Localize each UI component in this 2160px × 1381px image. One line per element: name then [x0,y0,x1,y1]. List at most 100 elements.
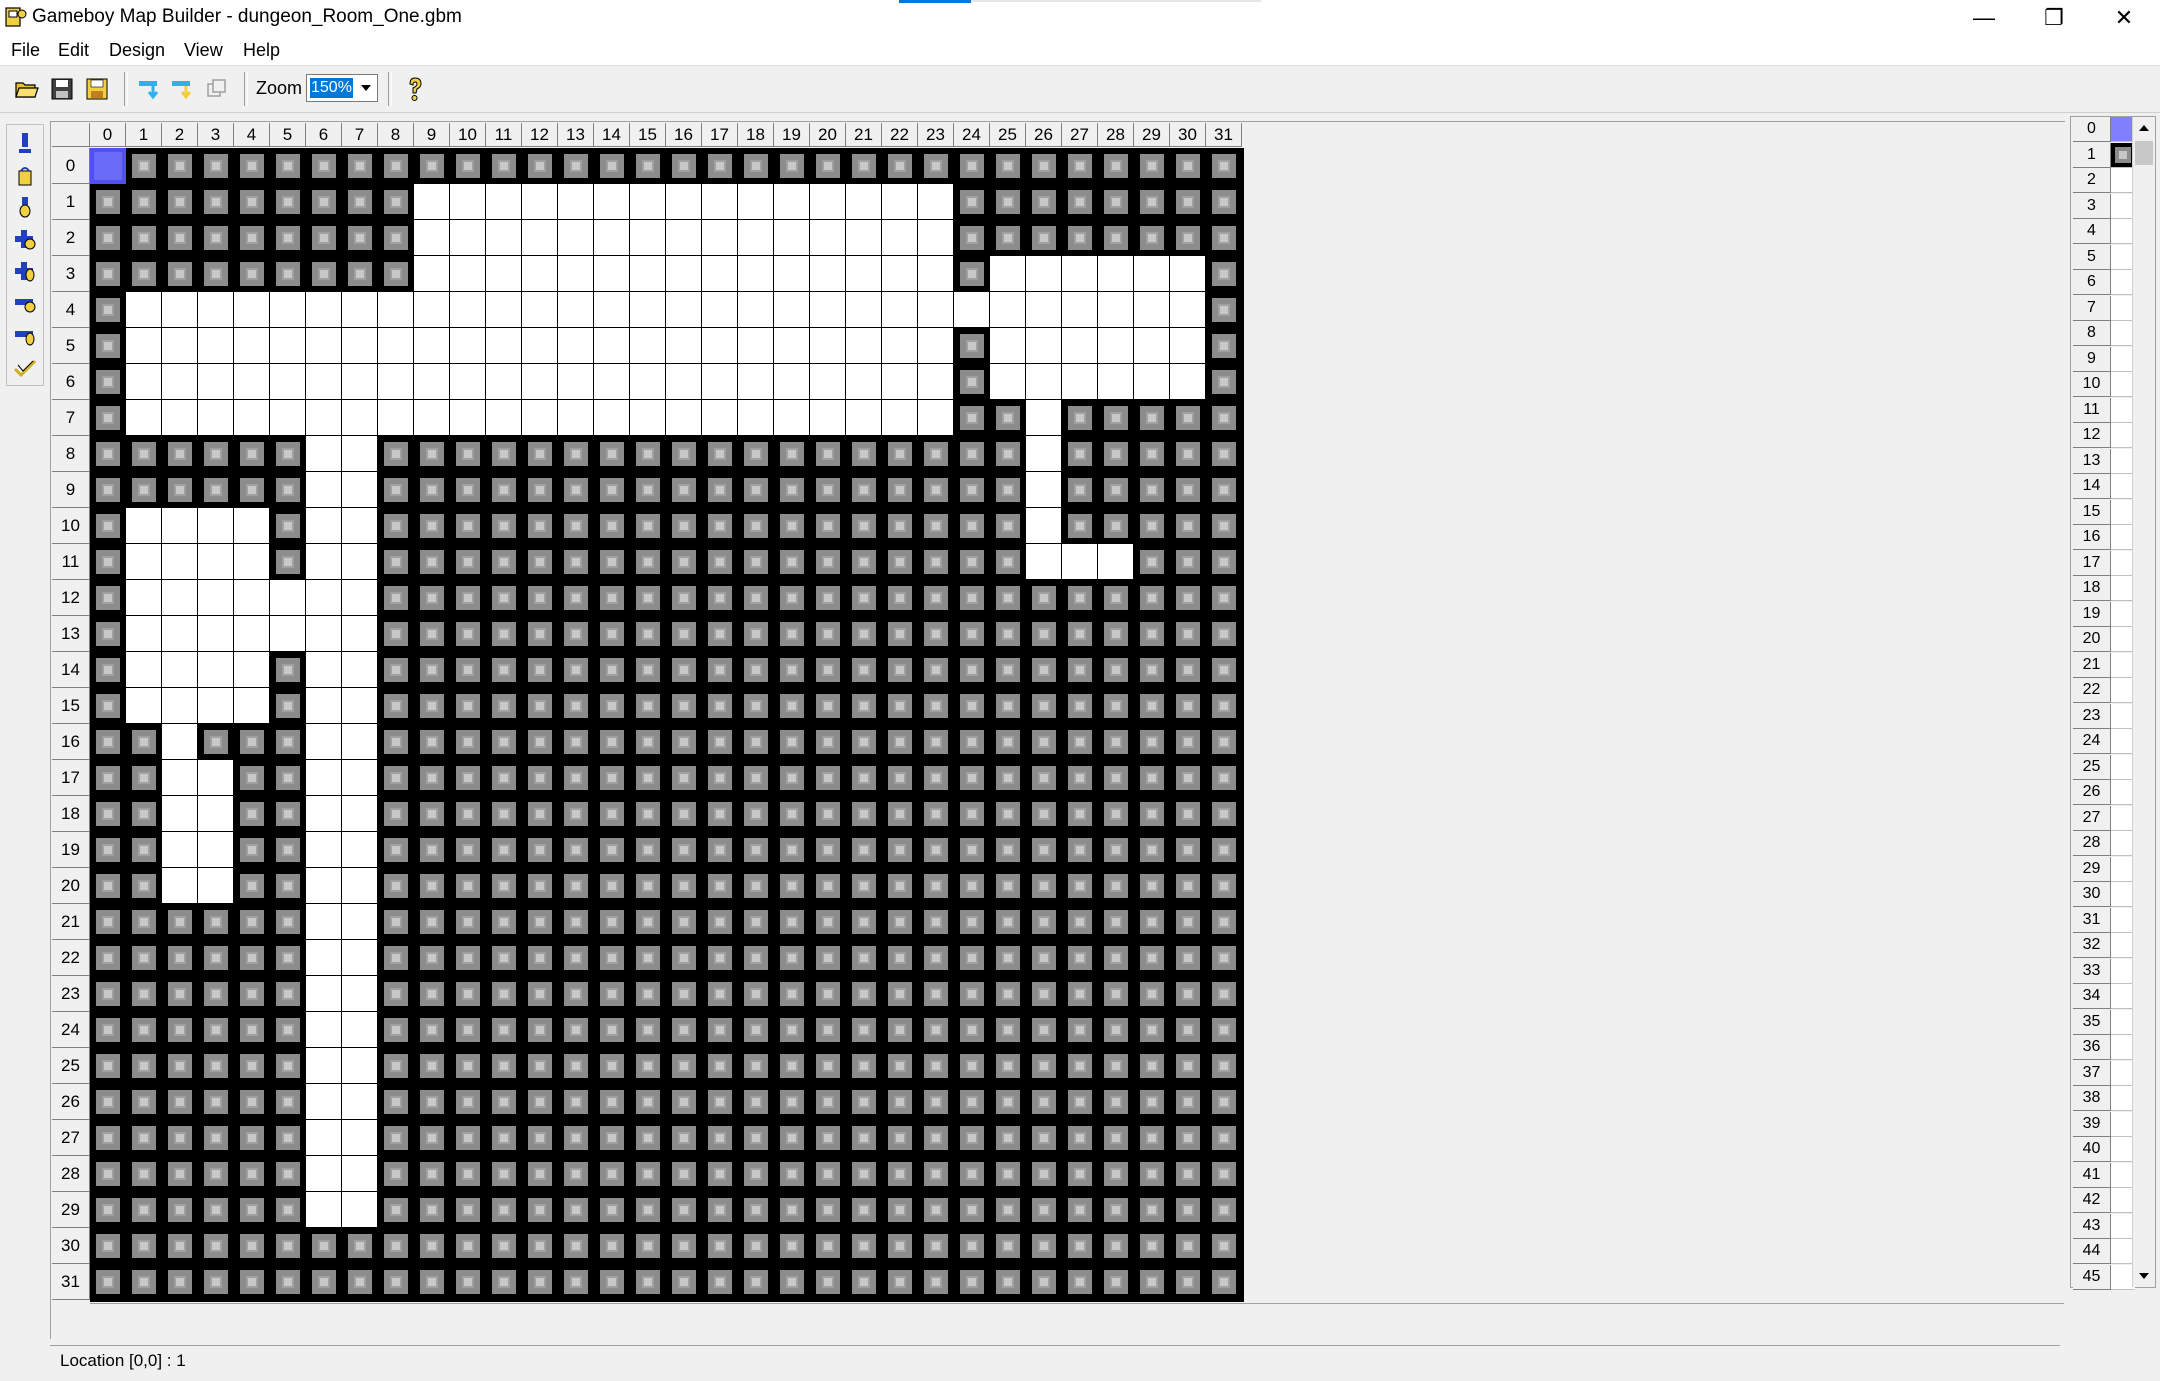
wall-tile[interactable] [738,1120,774,1156]
wall-tile[interactable] [1062,652,1098,688]
wall-tile[interactable] [522,508,558,544]
wall-tile[interactable] [774,976,810,1012]
wall-tile[interactable] [1206,580,1242,616]
wall-tile[interactable] [486,148,522,184]
wall-tile[interactable] [738,976,774,1012]
wall-tile[interactable] [1026,1228,1062,1264]
floor-tile[interactable] [342,1084,378,1120]
floor-tile[interactable] [342,580,378,616]
wall-tile[interactable] [1206,328,1242,364]
wall-tile[interactable] [1098,832,1134,868]
wall-tile[interactable] [378,832,414,868]
floor-tile[interactable] [954,292,990,328]
wall-tile[interactable] [1098,1228,1134,1264]
wall-tile[interactable] [414,652,450,688]
wall-tile[interactable] [702,904,738,940]
wall-tile[interactable] [558,796,594,832]
wall-tile[interactable] [882,1228,918,1264]
wall-tile[interactable] [774,724,810,760]
wall-tile[interactable] [990,832,1026,868]
wall-tile[interactable] [90,616,126,652]
floor-tile[interactable] [306,364,342,400]
wall-tile[interactable] [918,652,954,688]
wall-tile[interactable] [522,832,558,868]
wall-tile[interactable] [378,1156,414,1192]
wall-tile[interactable] [522,580,558,616]
wall-tile[interactable] [90,220,126,256]
wall-tile[interactable] [918,796,954,832]
wall-tile[interactable] [1206,544,1242,580]
wall-tile[interactable] [774,1156,810,1192]
wall-tile[interactable] [1062,1228,1098,1264]
floor-tile[interactable] [1170,292,1206,328]
wall-tile[interactable] [1026,580,1062,616]
wall-tile[interactable] [198,1264,234,1300]
wall-tile[interactable] [198,1012,234,1048]
floor-tile[interactable] [810,256,846,292]
wall-tile[interactable] [954,832,990,868]
wall-tile[interactable] [990,220,1026,256]
wall-tile[interactable] [1170,148,1206,184]
wall-tile[interactable] [342,1264,378,1300]
wall-tile[interactable] [594,904,630,940]
floor-tile[interactable] [882,292,918,328]
floor-tile[interactable] [126,292,162,328]
menu-edit[interactable]: Edit [58,37,89,63]
wall-tile[interactable] [1206,1084,1242,1120]
wall-tile[interactable] [486,616,522,652]
wall-tile[interactable] [486,472,522,508]
wall-tile[interactable] [594,1228,630,1264]
wall-tile[interactable] [270,904,306,940]
wall-tile[interactable] [1206,256,1242,292]
floor-tile[interactable] [918,364,954,400]
wall-tile[interactable] [126,220,162,256]
floor-tile[interactable] [1026,256,1062,292]
wall-tile[interactable] [666,148,702,184]
wall-tile[interactable] [918,544,954,580]
wall-tile[interactable] [810,472,846,508]
wall-tile[interactable] [1170,1012,1206,1048]
wall-tile[interactable] [594,1192,630,1228]
wall-tile[interactable] [162,1012,198,1048]
wall-tile[interactable] [918,508,954,544]
wall-tile[interactable] [702,688,738,724]
wall-tile[interactable] [1098,616,1134,652]
wall-tile[interactable] [198,904,234,940]
floor-tile[interactable] [162,544,198,580]
wall-tile[interactable] [810,796,846,832]
floor-tile[interactable] [522,220,558,256]
wall-tile[interactable] [1206,940,1242,976]
wall-tile[interactable] [1062,796,1098,832]
floor-tile[interactable] [630,328,666,364]
wall-tile[interactable] [378,1192,414,1228]
wall-tile[interactable] [522,868,558,904]
floor-tile[interactable] [810,364,846,400]
floor-tile[interactable] [846,400,882,436]
floor-tile[interactable] [306,1048,342,1084]
wall-tile[interactable] [486,868,522,904]
floor-tile[interactable] [1170,328,1206,364]
wall-tile[interactable] [810,976,846,1012]
wall-tile[interactable] [954,1084,990,1120]
wall-tile[interactable] [198,436,234,472]
wall-tile[interactable] [954,1264,990,1300]
wall-tile[interactable] [1170,220,1206,256]
wall-tile[interactable] [450,544,486,580]
wall-tile[interactable] [918,868,954,904]
floor-tile[interactable] [342,868,378,904]
floor-tile[interactable] [162,400,198,436]
wall-tile[interactable] [378,688,414,724]
wall-tile[interactable] [594,868,630,904]
wall-tile[interactable] [846,904,882,940]
wall-tile[interactable] [450,1156,486,1192]
wall-tile[interactable] [882,1264,918,1300]
wall-tile[interactable] [486,1048,522,1084]
floor-tile[interactable] [306,580,342,616]
floor-tile[interactable] [306,400,342,436]
floor-tile[interactable] [198,652,234,688]
wall-tile[interactable] [342,220,378,256]
floor-tile[interactable] [198,328,234,364]
tile-scrollbar[interactable] [2132,117,2155,1287]
wall-tile[interactable] [954,724,990,760]
wall-tile[interactable] [846,976,882,1012]
